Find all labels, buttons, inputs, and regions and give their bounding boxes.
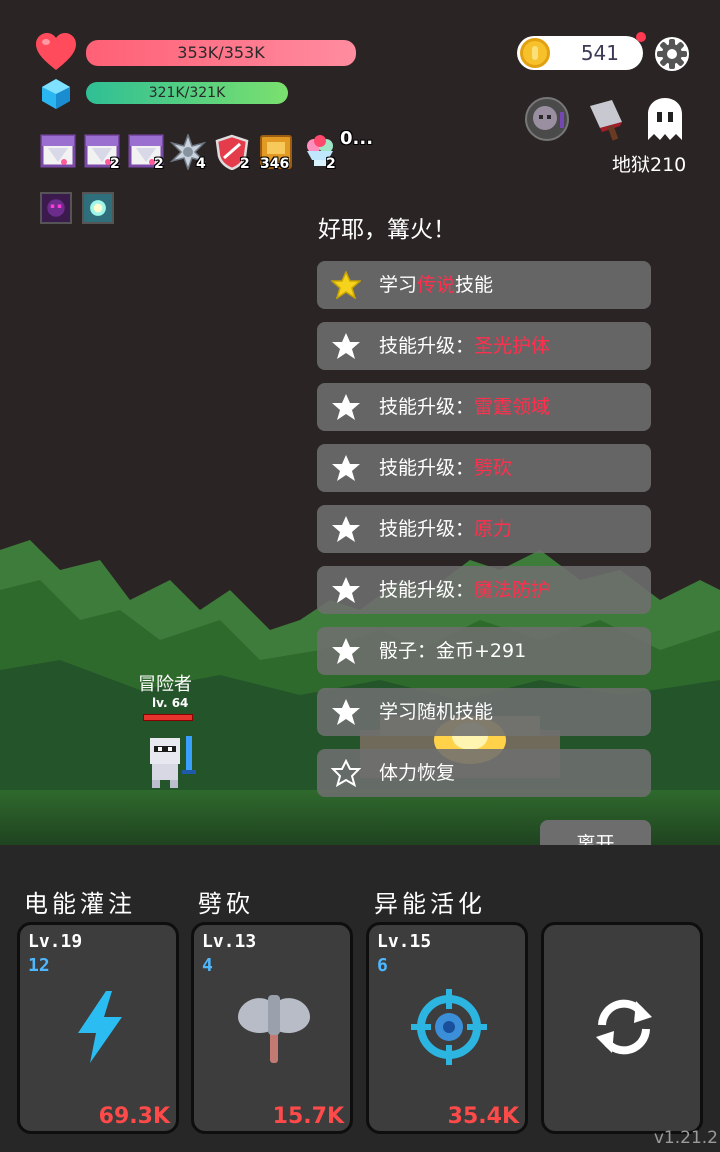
skill-level: Lv.15 bbox=[377, 931, 432, 952]
sparkle-icon[interactable] bbox=[82, 192, 114, 224]
demon-icon[interactable] bbox=[40, 192, 72, 224]
star-icon bbox=[332, 577, 360, 603]
skill-level: Lv.19 bbox=[28, 931, 83, 952]
skill-damage: 35.4K bbox=[447, 1104, 519, 1129]
notification-dot bbox=[636, 32, 646, 42]
gear-icon[interactable] bbox=[654, 36, 690, 72]
buff-count: 2 bbox=[154, 156, 164, 172]
option-highlight: 劈砍 bbox=[474, 457, 513, 479]
event-option-upgrade-skill[interactable]: 技能升级：劈砍 bbox=[317, 444, 651, 492]
buff-count: 2 bbox=[240, 156, 250, 172]
ghost-icon[interactable] bbox=[642, 96, 688, 142]
ghost-skull-icon[interactable] bbox=[524, 96, 570, 142]
event-option-upgrade-skill[interactable]: 技能升级：雷霆领域 bbox=[317, 383, 651, 431]
skill-card-lightning[interactable]: Lv.19 12 69.3K bbox=[17, 922, 179, 1134]
skill-name: 电能灌注 bbox=[24, 890, 136, 918]
refresh-skills-button[interactable] bbox=[541, 922, 703, 1134]
option-text: 技能升级： bbox=[379, 579, 475, 601]
dungeon-floor-label: 地狱210 bbox=[612, 154, 687, 176]
buff-count: 2 bbox=[326, 156, 336, 172]
star-icon bbox=[332, 333, 360, 359]
option-highlight: 传说 bbox=[417, 274, 456, 296]
option-text: 学习随机技能 bbox=[379, 701, 494, 723]
coin-icon bbox=[520, 38, 550, 68]
hero-hp-bar bbox=[143, 714, 193, 721]
mp-bar: 321K/321K bbox=[86, 82, 288, 104]
star-icon bbox=[332, 516, 360, 542]
scroll-icon[interactable] bbox=[40, 134, 76, 170]
event-option-upgrade-skill[interactable]: 技能升级：原力 bbox=[317, 505, 651, 553]
event-title: 好耶，篝火！ bbox=[318, 217, 456, 243]
hero-name: 冒险者 bbox=[138, 674, 192, 695]
refresh-icon bbox=[596, 999, 652, 1055]
option-highlight: 圣光护体 bbox=[474, 335, 551, 357]
skill-card-axe[interactable]: Lv.13 4 15.7K bbox=[191, 922, 353, 1134]
skill-cooldown: 6 bbox=[377, 955, 388, 976]
skill-cooldown: 4 bbox=[202, 955, 213, 976]
option-highlight: 雷霆领域 bbox=[474, 396, 551, 418]
option-highlight: 魔法防护 bbox=[474, 579, 551, 601]
hero-level: lv. 64 bbox=[152, 696, 189, 710]
hp-bar: 353K/353K bbox=[86, 40, 356, 66]
target-icon bbox=[411, 989, 487, 1065]
option-highlight: 原力 bbox=[474, 518, 513, 540]
skill-card-target[interactable]: Lv.15 6 35.4K bbox=[366, 922, 528, 1134]
event-option-dice-gold[interactable]: 骰子：金币+291 bbox=[317, 627, 651, 675]
event-option-learn-random[interactable]: 学习随机技能 bbox=[317, 688, 651, 736]
star-icon bbox=[332, 638, 360, 664]
mana-gem-icon bbox=[42, 79, 70, 109]
hero-knight-sprite[interactable] bbox=[140, 732, 204, 792]
star-icon bbox=[332, 699, 360, 725]
skill-cooldown: 12 bbox=[28, 955, 50, 976]
buff-count: 4 bbox=[196, 156, 206, 172]
skill-damage: 69.3K bbox=[98, 1104, 170, 1129]
event-option-restore-stamina[interactable]: 体力恢复 bbox=[317, 749, 651, 797]
option-text: 技能升级： bbox=[379, 335, 475, 357]
gold-star-icon bbox=[331, 271, 361, 299]
skill-damage: 15.7K bbox=[272, 1104, 344, 1129]
more-buffs-indicator[interactable]: 0... bbox=[340, 128, 373, 149]
buff-count: 2 bbox=[110, 156, 120, 172]
skill-name: 劈砍 bbox=[198, 890, 254, 918]
option-text: 体力恢复 bbox=[379, 762, 456, 784]
star-outline-icon bbox=[331, 759, 361, 787]
skill-name: 异能活化 bbox=[374, 890, 486, 918]
option-text: 骰子：金币+291 bbox=[379, 640, 527, 662]
skill-level: Lv.13 bbox=[202, 931, 257, 952]
option-text: 技能 bbox=[455, 274, 494, 296]
version-label: v1.21.2 bbox=[653, 1128, 718, 1148]
heart-icon bbox=[36, 33, 76, 70]
axe-icon bbox=[238, 995, 310, 1063]
option-text: 技能升级： bbox=[379, 518, 475, 540]
lightning-icon bbox=[78, 991, 122, 1063]
star-icon bbox=[332, 455, 360, 481]
option-text: 学习 bbox=[379, 274, 418, 296]
star-icon bbox=[332, 394, 360, 420]
event-option-upgrade-skill[interactable]: 技能升级：魔法防护 bbox=[317, 566, 651, 614]
option-text: 技能升级： bbox=[379, 457, 475, 479]
cleaver-icon[interactable] bbox=[582, 96, 628, 142]
event-option-learn-legendary[interactable]: 学习传说技能 bbox=[317, 261, 651, 309]
event-option-upgrade-skill[interactable]: 技能升级：圣光护体 bbox=[317, 322, 651, 370]
buff-count: 346 bbox=[260, 156, 290, 172]
option-text: 技能升级： bbox=[379, 396, 475, 418]
